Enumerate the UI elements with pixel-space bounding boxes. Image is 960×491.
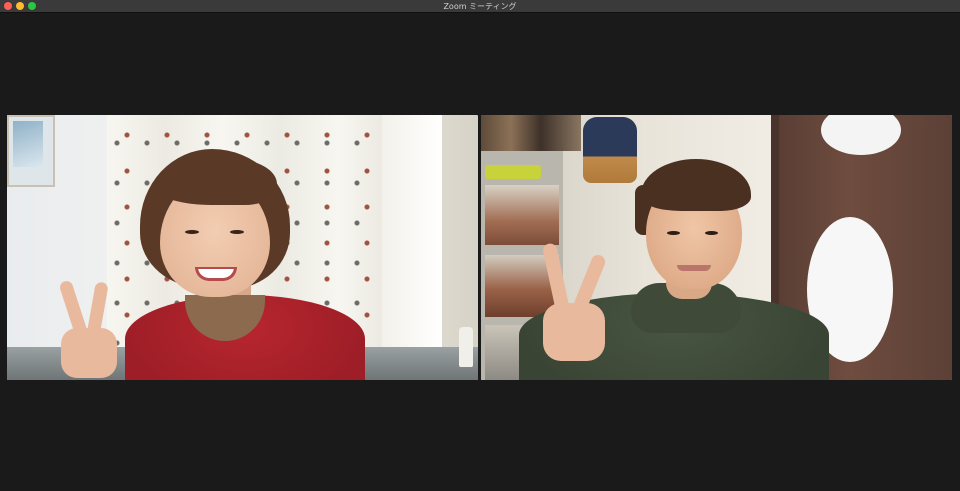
zoom-window-button[interactable] — [28, 2, 36, 10]
wall-picture — [7, 115, 55, 187]
participant-eye-left — [667, 231, 680, 235]
close-window-button[interactable] — [4, 2, 12, 10]
participant-smile — [677, 265, 711, 271]
window-light — [382, 115, 442, 355]
minimize-window-button[interactable] — [16, 2, 24, 10]
window-titlebar[interactable]: Zoom ミーティング — [0, 0, 960, 13]
storage-lid — [485, 165, 541, 179]
window-title: Zoom ミーティング — [443, 1, 517, 11]
participant-eye-right — [230, 230, 244, 234]
participant-video-tile-1[interactable] — [7, 115, 478, 380]
window-controls — [4, 2, 36, 10]
participant-eye-left — [185, 230, 199, 234]
participant-video-tile-2[interactable] — [481, 115, 952, 380]
bottle — [459, 327, 473, 367]
peace-sign-hand — [58, 279, 119, 380]
storage-bin — [485, 185, 559, 245]
shelf-books — [481, 115, 581, 151]
hanging-backpack — [583, 117, 637, 183]
participant-eye-right — [705, 231, 718, 235]
meeting-stage — [0, 13, 960, 491]
peace-sign-hand — [539, 242, 619, 380]
